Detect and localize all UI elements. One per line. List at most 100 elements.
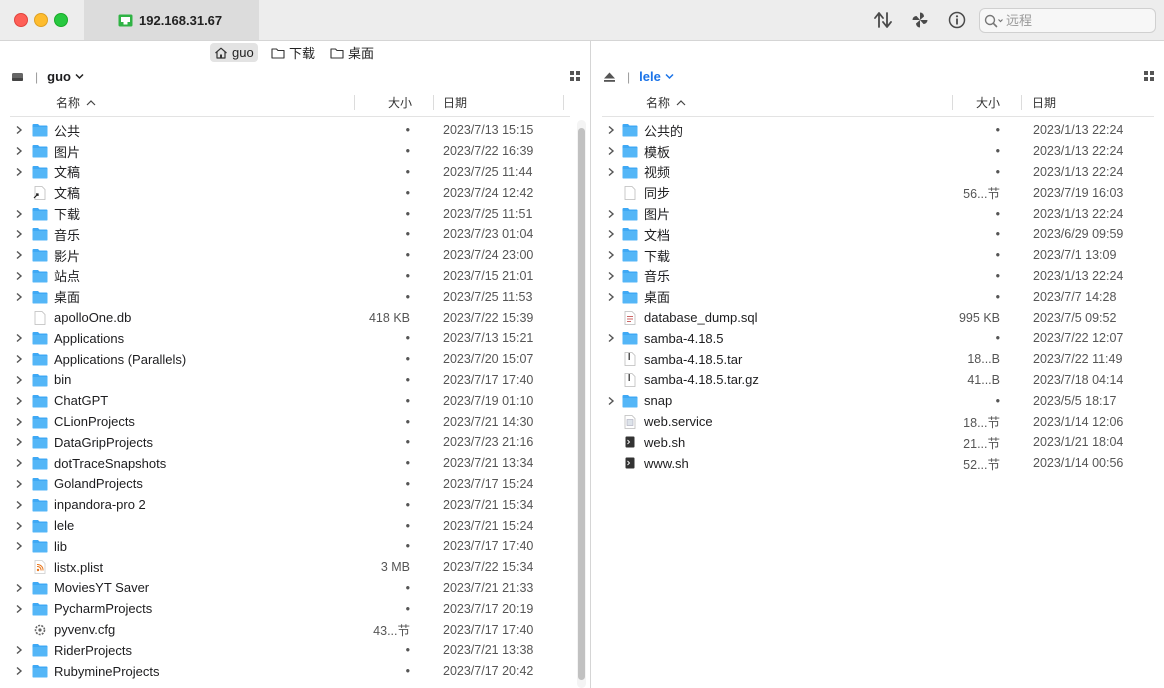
chevron-right-icon[interactable] (14, 375, 24, 385)
file-row[interactable]: lib • 2023/7/17 17:40 (0, 536, 590, 557)
chevron-right-icon[interactable] (14, 541, 24, 551)
file-row[interactable]: Applications • 2023/7/13 15:21 (0, 328, 590, 349)
chevron-right-icon[interactable] (14, 666, 24, 676)
file-row[interactable]: 图片 • 2023/1/13 22:24 (592, 203, 1164, 224)
chevron-right-icon[interactable] (14, 292, 24, 302)
file-row[interactable]: RubymineProjects • 2023/7/17 20:42 (0, 661, 590, 682)
file-row[interactable]: 视频 • 2023/1/13 22:24 (592, 162, 1164, 183)
file-row[interactable]: 影片 • 2023/7/24 23:00 (0, 245, 590, 266)
chevron-right-icon[interactable] (606, 229, 616, 239)
eject-icon[interactable] (603, 71, 616, 83)
chevron-right-icon[interactable] (14, 583, 24, 593)
column-separator[interactable] (354, 95, 355, 110)
column-name[interactable]: 名称 (56, 89, 96, 116)
file-row[interactable]: samba-4.18.5.tar.gz 41...B 2023/7/18 04:14 (592, 370, 1164, 391)
pane-divider[interactable] (590, 41, 591, 688)
file-row[interactable]: GolandProjects • 2023/7/17 15:24 (0, 474, 590, 495)
column-separator[interactable] (952, 95, 953, 110)
chevron-right-icon[interactable] (14, 645, 24, 655)
chevron-right-icon[interactable] (606, 146, 616, 156)
column-size[interactable]: 大小 (388, 89, 412, 116)
chevron-right-icon[interactable] (606, 271, 616, 281)
file-row[interactable]: DataGripProjects • 2023/7/23 21:16 (0, 432, 590, 453)
column-date[interactable]: 日期 (443, 89, 467, 116)
search-box[interactable] (979, 8, 1156, 33)
column-name[interactable]: 名称 (646, 89, 686, 116)
chevron-right-icon[interactable] (14, 417, 24, 427)
file-row[interactable]: web.service 18...节 2023/1/14 12:06 (592, 411, 1164, 432)
chevron-down-icon[interactable] (75, 73, 84, 80)
file-row[interactable]: web.sh 21...节 2023/1/21 18:04 (592, 432, 1164, 453)
activity-button[interactable] (909, 10, 931, 30)
chevron-right-icon[interactable] (606, 125, 616, 135)
file-row[interactable]: RiderProjects • 2023/7/21 13:38 (0, 640, 590, 661)
file-row[interactable]: 桌面 • 2023/7/25 11:53 (0, 286, 590, 307)
remote-path-name[interactable]: lele (639, 69, 661, 84)
chevron-right-icon[interactable] (14, 229, 24, 239)
transfer-button[interactable] (872, 10, 894, 30)
file-row[interactable]: MoviesYT Saver • 2023/7/21 21:33 (0, 578, 590, 599)
file-row[interactable]: 图片 • 2023/7/22 16:39 (0, 141, 590, 162)
file-row[interactable]: 模板 • 2023/1/13 22:24 (592, 141, 1164, 162)
chevron-right-icon[interactable] (14, 333, 24, 343)
file-row[interactable]: bin • 2023/7/17 17:40 (0, 370, 590, 391)
chevron-right-icon[interactable] (14, 396, 24, 406)
file-row[interactable]: dotTraceSnapshots • 2023/7/21 13:34 (0, 453, 590, 474)
local-scrollbar[interactable] (574, 120, 588, 688)
file-row[interactable]: 下载 • 2023/7/25 11:51 (0, 203, 590, 224)
chevron-right-icon[interactable] (606, 250, 616, 260)
file-row[interactable]: 音乐 • 2023/7/23 01:04 (0, 224, 590, 245)
chevron-right-icon[interactable] (14, 604, 24, 614)
close-window-button[interactable] (14, 13, 28, 27)
file-row[interactable]: 公共 • 2023/7/13 15:15 (0, 120, 590, 141)
local-path-name[interactable]: guo (47, 69, 71, 84)
chevron-right-icon[interactable] (606, 333, 616, 343)
chevron-right-icon[interactable] (606, 167, 616, 177)
chevron-right-icon[interactable] (14, 271, 24, 281)
scroll-thumb[interactable] (578, 128, 585, 680)
file-row[interactable]: lele • 2023/7/21 15:24 (0, 515, 590, 536)
chevron-right-icon[interactable] (14, 479, 24, 489)
chevron-right-icon[interactable] (14, 354, 24, 364)
file-row[interactable]: ChatGPT • 2023/7/19 01:10 (0, 390, 590, 411)
chevron-right-icon[interactable] (606, 209, 616, 219)
chevron-right-icon[interactable] (14, 167, 24, 177)
file-row[interactable]: 文稿 • 2023/7/24 12:42 (0, 182, 590, 203)
file-row[interactable]: 下载 • 2023/7/1 13:09 (592, 245, 1164, 266)
grid-view-icon[interactable] (1144, 71, 1154, 81)
chevron-right-icon[interactable] (14, 146, 24, 156)
favorite-downloads[interactable]: 下载 (267, 43, 319, 62)
file-row[interactable]: 公共的 • 2023/1/13 22:24 (592, 120, 1164, 141)
chevron-right-icon[interactable] (14, 125, 24, 135)
file-row[interactable]: Applications (Parallels) • 2023/7/20 15:07 (0, 349, 590, 370)
search-input[interactable] (1004, 13, 1146, 28)
file-row[interactable]: PycharmProjects • 2023/7/17 20:19 (0, 598, 590, 619)
file-row[interactable]: 文稿 • 2023/7/25 11:44 (0, 162, 590, 183)
chevron-right-icon[interactable] (14, 521, 24, 531)
file-row[interactable]: inpandora-pro 2 • 2023/7/21 15:34 (0, 494, 590, 515)
grid-view-icon[interactable] (570, 71, 580, 81)
favorite-desktop[interactable]: 桌面 (326, 43, 378, 62)
file-row[interactable]: 音乐 • 2023/1/13 22:24 (592, 266, 1164, 287)
chevron-right-icon[interactable] (606, 292, 616, 302)
column-date[interactable]: 日期 (1032, 89, 1056, 116)
file-row[interactable]: 文档 • 2023/6/29 09:59 (592, 224, 1164, 245)
chevron-right-icon[interactable] (14, 209, 24, 219)
file-row[interactable]: snap • 2023/5/5 18:17 (592, 390, 1164, 411)
column-separator[interactable] (563, 95, 564, 110)
minimize-window-button[interactable] (34, 13, 48, 27)
chevron-down-icon[interactable] (665, 73, 674, 80)
chevron-right-icon[interactable] (14, 458, 24, 468)
file-row[interactable]: samba-4.18.5 • 2023/7/22 12:07 (592, 328, 1164, 349)
chevron-right-icon[interactable] (14, 250, 24, 260)
file-row[interactable]: database_dump.sql 995 KB 2023/7/5 09:52 (592, 307, 1164, 328)
column-separator[interactable] (1021, 95, 1022, 110)
file-row[interactable]: samba-4.18.5.tar 18...B 2023/7/22 11:49 (592, 349, 1164, 370)
chevron-right-icon[interactable] (14, 500, 24, 510)
file-row[interactable]: listx.plist 3 MB 2023/7/22 15:34 (0, 557, 590, 578)
column-separator[interactable] (433, 95, 434, 110)
file-row[interactable]: CLionProjects • 2023/7/21 14:30 (0, 411, 590, 432)
connection-tab[interactable]: 192.168.31.67 (84, 0, 259, 40)
chevron-right-icon[interactable] (606, 396, 616, 406)
zoom-window-button[interactable] (54, 13, 68, 27)
